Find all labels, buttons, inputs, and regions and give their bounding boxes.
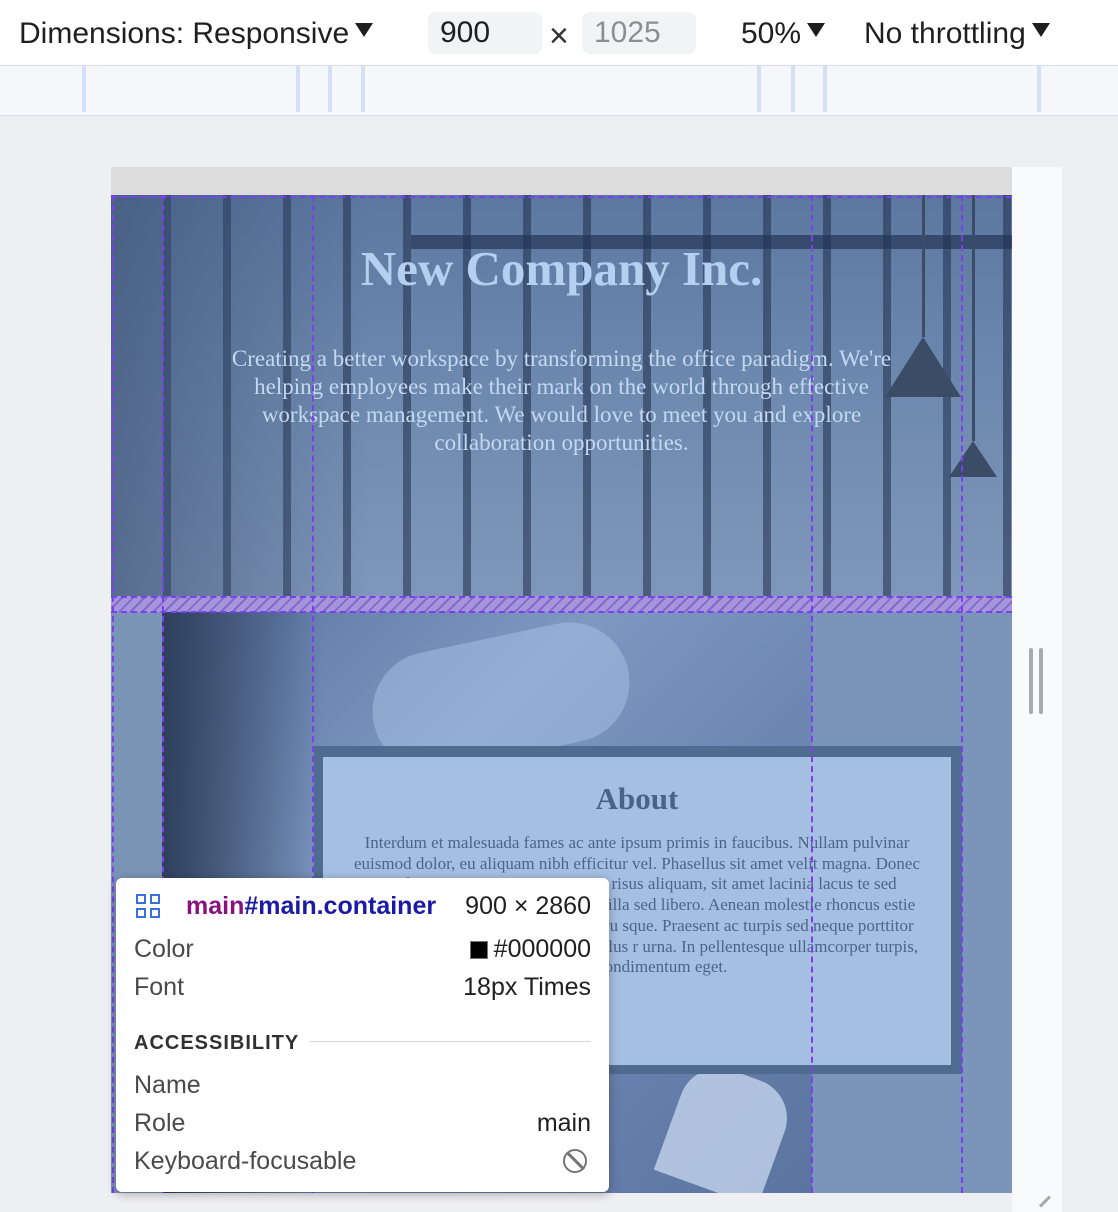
role-value: main [536, 1109, 591, 1137]
font-label: Font [134, 973, 185, 1001]
media-query-marker[interactable] [82, 66, 86, 112]
color-hex: #000000 [493, 935, 591, 963]
focusable-label: Keyboard-focusable [134, 1147, 357, 1175]
hero-title: New Company Inc. [360, 241, 763, 296]
name-label: Name [134, 1071, 201, 1099]
section-divider [310, 1041, 591, 1042]
color-swatch [469, 941, 488, 959]
color-row: Color #000000 [134, 933, 591, 965]
selector-id-class: #main.container [244, 892, 437, 920]
inspect-tooltip: main#main.container 900 × 2860 Color #00… [116, 878, 609, 1192]
media-query-marker[interactable] [296, 66, 300, 112]
media-query-marker[interactable] [361, 66, 365, 112]
role-row: Role main [134, 1107, 591, 1139]
grid-line [111, 611, 1012, 613]
element-size: 900 × 2860 [465, 892, 591, 920]
device-toolbar: Dimensions: Responsive 900 × 1025 50% No… [0, 0, 1118, 66]
width-input[interactable]: 900 [428, 12, 542, 54]
font-row: Font 18px Times [134, 971, 591, 1003]
color-value: #000000 [469, 933, 591, 965]
name-row: Name [134, 1069, 591, 1101]
media-query-marker[interactable] [823, 66, 827, 112]
focusable-row: Keyboard-focusable [134, 1145, 591, 1177]
dimensions-label: Dimensions: Responsive [19, 17, 350, 50]
element-selector: main#main.container [186, 890, 436, 922]
hero-section: New Company Inc. Creating a better works… [111, 195, 1012, 597]
grid-icon [136, 894, 162, 920]
row-gap-highlight [111, 596, 1012, 612]
resize-handle-icon[interactable] [1029, 648, 1045, 714]
color-label: Color [134, 935, 194, 963]
media-query-bar [0, 66, 1118, 116]
hero-text: Creating a better workspace by transform… [231, 346, 892, 455]
zoom-label: 50% [741, 17, 802, 50]
dropdown-arrow-icon [1031, 23, 1050, 37]
grid-line [111, 596, 1012, 598]
media-query-marker[interactable] [757, 66, 761, 112]
grid-line [961, 195, 963, 1193]
throttling-dropdown[interactable]: No throttling [864, 14, 1050, 54]
grid-line [811, 195, 813, 1193]
height-input[interactable]: 1025 [582, 12, 696, 54]
grid-line [111, 196, 1012, 198]
ceiling-lamp [949, 441, 997, 477]
accessibility-heading: ACCESSIBILITY [134, 1032, 300, 1054]
media-query-marker[interactable] [1037, 66, 1041, 112]
selector-tag: main [186, 892, 245, 920]
not-allowed-icon [563, 1149, 587, 1173]
zoom-dropdown[interactable]: 50% [741, 14, 826, 54]
times-icon: × [549, 17, 569, 55]
font-value: 18px Times [463, 973, 591, 1001]
throttling-label: No throttling [864, 17, 1026, 50]
lamp-cord [972, 195, 975, 441]
dropdown-arrow-icon [807, 23, 826, 37]
about-title: About [595, 781, 679, 816]
dimensions-dropdown[interactable]: Dimensions: Responsive [19, 14, 374, 54]
media-query-marker[interactable] [328, 66, 332, 112]
dropdown-arrow-icon [355, 23, 374, 37]
grid-line [112, 195, 114, 1193]
page-top-strip [111, 167, 1012, 195]
media-query-marker[interactable] [791, 66, 795, 112]
role-label: Role [134, 1109, 186, 1137]
